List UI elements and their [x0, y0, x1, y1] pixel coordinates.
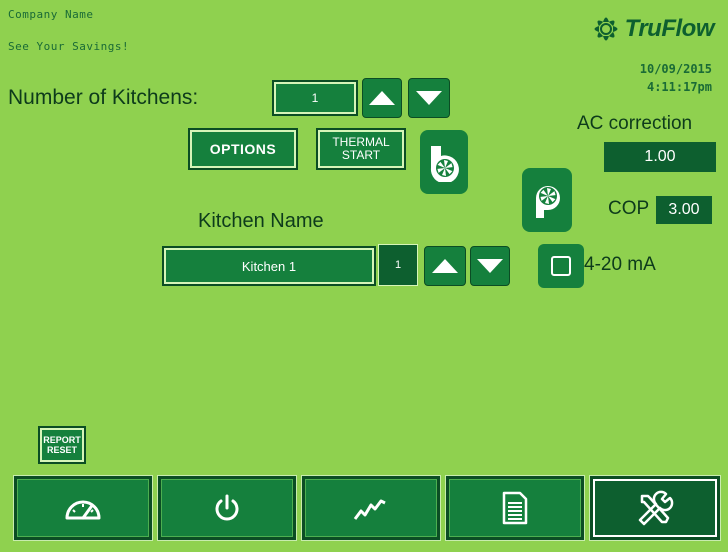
kitchen-name-field[interactable]: Kitchen 1: [162, 246, 376, 286]
flower-logo-icon: [594, 17, 618, 41]
fan-blower-icon: [430, 146, 459, 182]
report-reset-button[interactable]: REPORT RESET: [38, 426, 86, 464]
options-button[interactable]: OPTIONS: [188, 128, 298, 170]
arrow-up-icon: [432, 259, 458, 273]
time-text: 4:11:17pm: [646, 80, 712, 94]
tagline: See Your Savings!: [8, 40, 130, 53]
power-icon: [215, 494, 239, 521]
checkbox-box: [551, 256, 571, 276]
tools-icon: [638, 490, 674, 526]
cop-field[interactable]: 3.00: [656, 196, 712, 224]
num-kitchens-label: Number of Kitchens:: [8, 86, 199, 109]
fan-up-button[interactable]: [522, 168, 572, 232]
ac-correction-label: AC correction: [577, 113, 693, 134]
nav-dashboard-button[interactable]: [14, 476, 152, 540]
thermal-start-button[interactable]: THERMAL START: [316, 128, 406, 170]
ac-correction-field[interactable]: 1.00: [604, 142, 716, 172]
nav-settings-button[interactable]: [590, 476, 720, 540]
brand-name: TruFlow: [624, 15, 715, 42]
report-line-1: REPORT: [43, 435, 81, 445]
ma-label: 4-20 mA: [584, 254, 656, 275]
arrow-down-icon: [477, 259, 503, 273]
datetime: 10/09/2015 4:11:17pm: [640, 60, 712, 96]
ma-checkbox[interactable]: [538, 244, 584, 288]
nav-trend-button[interactable]: [302, 476, 440, 540]
kitchen-index-field: 1: [378, 244, 418, 286]
company-name: Company Name: [8, 8, 94, 21]
gauge-icon: [65, 500, 101, 520]
fan-blower-icon: [536, 186, 560, 218]
arrow-up-icon: [369, 91, 395, 105]
kitchens-up-button[interactable]: [362, 78, 402, 118]
kitchen-name-label: Kitchen Name: [198, 210, 324, 232]
kitchens-down-button[interactable]: [408, 78, 450, 118]
cop-label: COP: [608, 198, 650, 219]
kitchen-down-button[interactable]: [470, 246, 510, 286]
date-text: 10/09/2015: [639, 62, 712, 76]
fan-side-button[interactable]: [420, 130, 468, 194]
num-kitchens-field[interactable]: 1: [272, 80, 358, 116]
nav-power-button[interactable]: [158, 476, 296, 540]
kitchen-up-button[interactable]: [424, 246, 466, 286]
report-line-2: RESET: [46, 445, 77, 455]
arrow-down-icon: [416, 91, 442, 105]
truflow-logo: TruFlow: [589, 12, 715, 46]
document-icon: [502, 491, 528, 525]
thermal-line-2: START: [341, 148, 381, 162]
trend-icon: [353, 499, 386, 520]
nav-report-button[interactable]: [446, 476, 584, 540]
